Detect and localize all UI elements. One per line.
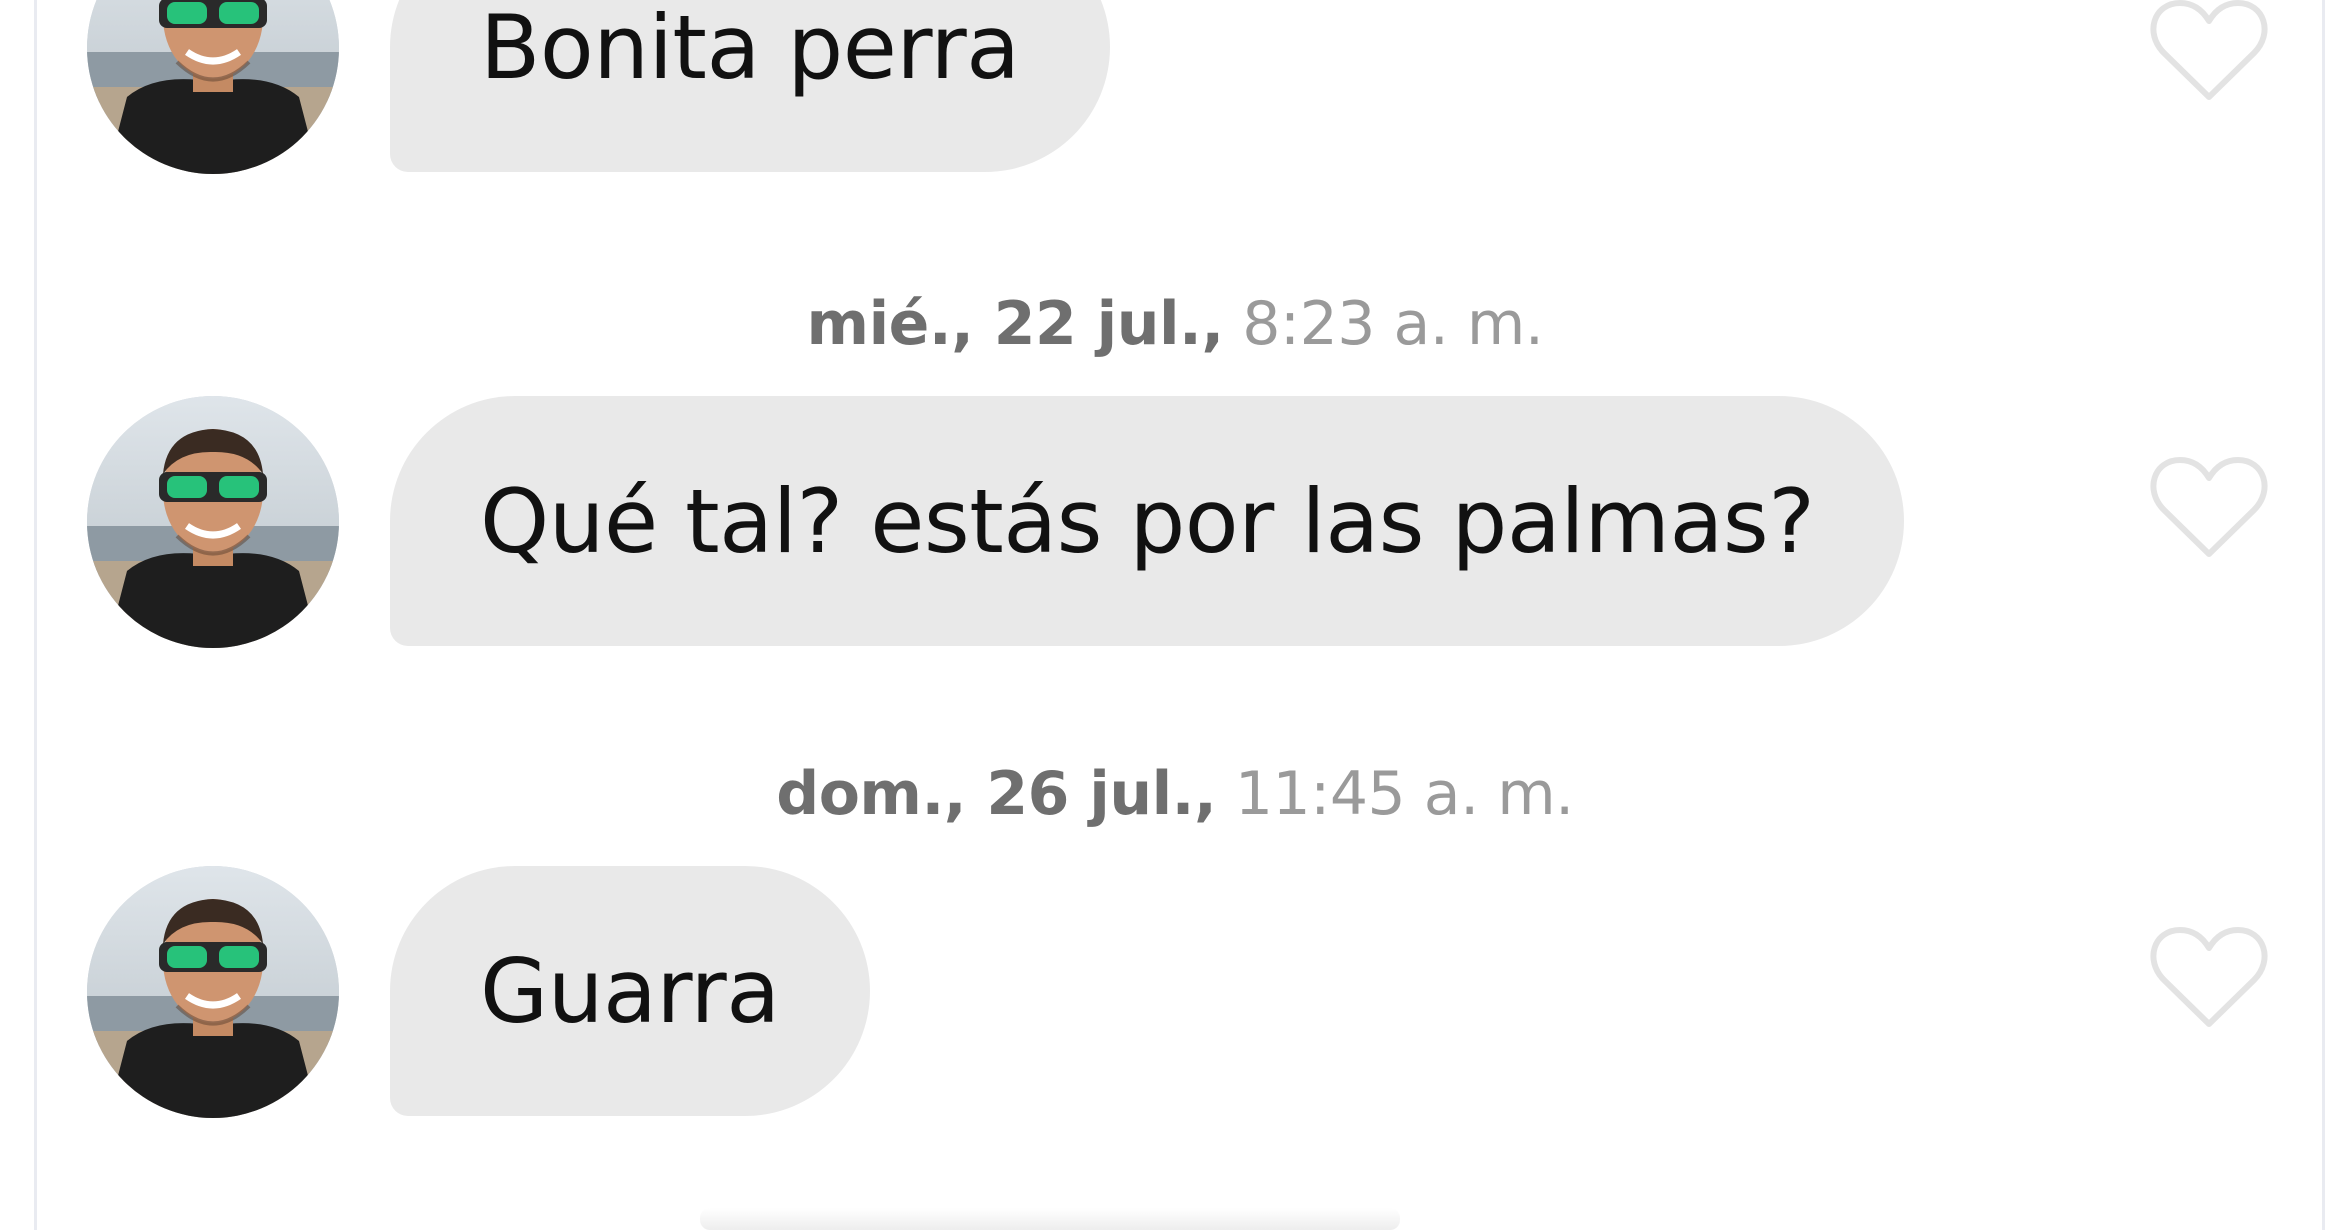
message-text: Guarra — [480, 939, 780, 1043]
message-bubble[interactable]: Qué tal? estás por las palmas? — [390, 396, 1905, 646]
heart-outline-icon — [2150, 927, 2268, 1027]
message-timestamp: dom., 26 jul., 11:45 a. m. — [0, 756, 2350, 832]
chat-screen: Bonita perra mié., 22 jul., 8:23 a. m. Q… — [0, 0, 2350, 1230]
message-bubble[interactable]: Bonita perra — [390, 0, 1110, 172]
avatar[interactable] — [87, 866, 339, 1118]
like-button[interactable] — [2150, 0, 2268, 105]
like-button[interactable] — [2150, 454, 2268, 562]
timestamp-time: 8:23 a. m. — [1242, 289, 1544, 359]
heart-outline-icon — [2150, 0, 2268, 100]
message-timestamp: mié., 22 jul., 8:23 a. m. — [0, 286, 2350, 362]
timestamp-date: mié., 22 jul., — [806, 289, 1225, 359]
avatar-icon — [87, 396, 339, 648]
timestamp-time: 11:45 a. m. — [1234, 759, 1574, 829]
avatar[interactable] — [87, 396, 339, 648]
timestamp-date: dom., 26 jul., — [776, 759, 1217, 829]
message-text: Qué tal? estás por las palmas? — [480, 469, 1815, 573]
avatar-icon — [87, 866, 339, 1118]
message-text: Bonita perra — [480, 0, 1020, 99]
like-button[interactable] — [2150, 924, 2268, 1032]
message-thread[interactable]: Bonita perra mié., 22 jul., 8:23 a. m. Q… — [0, 0, 2350, 1230]
avatar-icon — [87, 0, 339, 174]
heart-outline-icon — [2150, 457, 2268, 557]
message-bubble[interactable]: Guarra — [390, 866, 870, 1116]
next-timestamp-partial — [700, 1208, 1400, 1230]
avatar[interactable] — [87, 0, 339, 174]
